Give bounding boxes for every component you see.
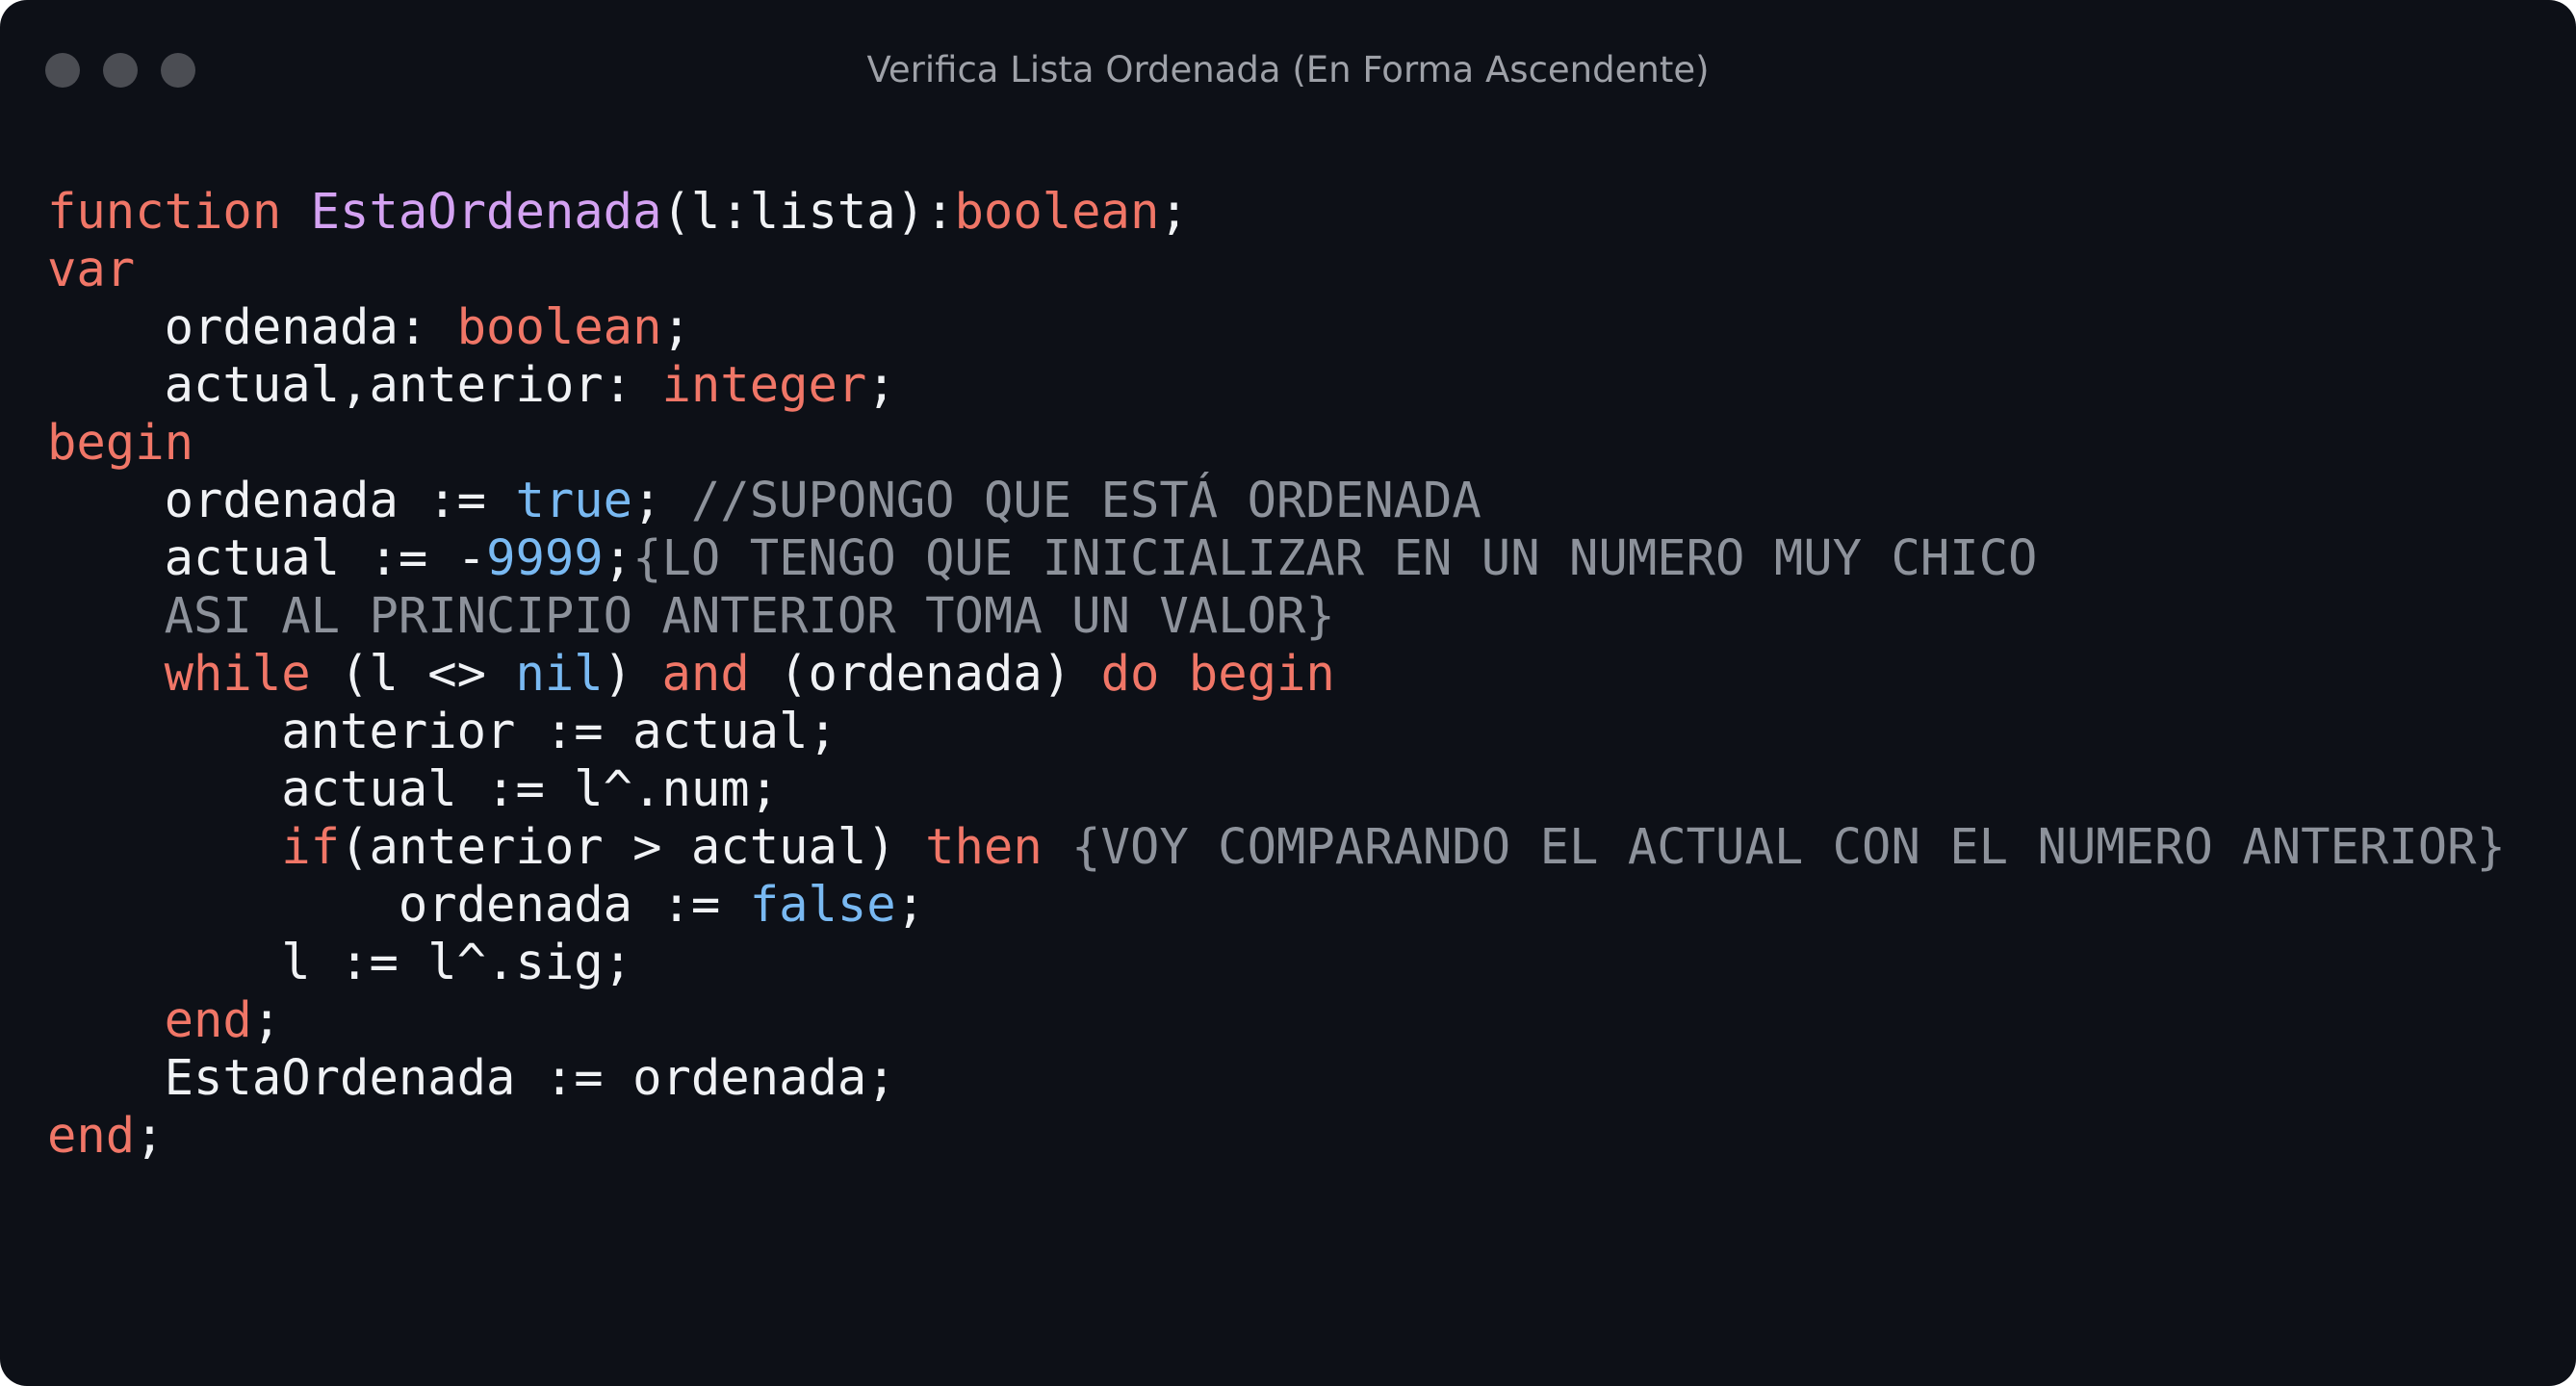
code-keyword: integer: [661, 356, 867, 413]
code-keyword: while: [164, 645, 311, 702]
code-text: ;: [866, 356, 896, 413]
code-text: actual := l^.num;: [47, 760, 780, 817]
code-text: ;: [603, 529, 633, 586]
window-title: Verifica Lista Ordenada (En Forma Ascend…: [866, 49, 1710, 90]
code-text: actual := -: [47, 529, 487, 586]
code-line: ASI AL PRINCIPIO ANTERIOR TOMA UN VALOR}: [47, 587, 2506, 645]
code-keyword: var: [47, 241, 136, 297]
code-comment: //SUPONGO QUE ESTÁ ORDENADA: [690, 472, 1481, 528]
title-bar: Verifica Lista Ordenada (En Forma Ascend…: [0, 0, 2576, 144]
code-function-name: EstaOrdenada: [310, 183, 662, 240]
code-text: ;: [895, 876, 926, 933]
code-text: ): [603, 645, 662, 702]
code-line: actual := -9999;{LO TENGO QUE INICIALIZA…: [47, 529, 2506, 587]
code-literal: true: [515, 472, 633, 528]
code-line: while (l <> nil) and (ordenada) do begin: [47, 645, 2506, 703]
code-keyword: do: [1100, 645, 1160, 702]
code-keyword: boolean: [456, 298, 662, 355]
code-text: ;: [251, 991, 282, 1048]
code-comment: {VOY COMPARANDO EL ACTUAL CON EL NUMERO …: [1071, 818, 2506, 875]
code-keyword: function: [47, 183, 282, 240]
code-keyword: and: [661, 645, 750, 702]
code-text: ;: [632, 472, 691, 528]
code-line: ordenada := false;: [47, 876, 2506, 934]
code-keyword: end: [47, 1107, 136, 1164]
code-line: ordenada := true; //SUPONGO QUE ESTÁ ORD…: [47, 472, 2506, 529]
code-literal: false: [749, 876, 896, 933]
code-text: ;: [1159, 183, 1189, 240]
code-text: ordenada:: [47, 298, 457, 355]
code-line: function EstaOrdenada(l:lista):boolean;: [47, 183, 2506, 241]
code-line: if(anterior > actual) then {VOY COMPARAN…: [47, 818, 2506, 876]
code-line: ordenada: boolean;: [47, 298, 2506, 356]
code-text: (anterior > actual): [340, 818, 926, 875]
code-keyword: begin: [1188, 645, 1335, 702]
code-line: actual,anterior: integer;: [47, 356, 2506, 414]
code-keyword: boolean: [954, 183, 1160, 240]
code-comment: {LO TENGO QUE INICIALIZAR EN UN NUMERO M…: [632, 529, 2038, 586]
code-text: ;: [661, 298, 691, 355]
code-text: ordenada :=: [47, 876, 750, 933]
code-keyword: then: [925, 818, 1043, 875]
code-text: ordenada :=: [47, 472, 516, 528]
code-keyword: begin: [47, 414, 194, 471]
code-line: end;: [47, 991, 2506, 1049]
code-line: begin: [47, 414, 2506, 472]
code-text: EstaOrdenada := ordenada;: [47, 1049, 896, 1106]
code-text: (l <>: [310, 645, 516, 702]
code-text: l := l^.sig;: [47, 934, 633, 990]
code-line: anterior := actual;: [47, 703, 2506, 760]
code-window: Verifica Lista Ordenada (En Forma Ascend…: [0, 0, 2576, 1386]
code-text: (l:lista):: [661, 183, 955, 240]
code-literal: 9999: [486, 529, 604, 586]
code-comment: ASI AL PRINCIPIO ANTERIOR TOMA UN VALOR}: [47, 587, 1335, 644]
code-text: (ordenada): [749, 645, 1101, 702]
code-line: end;: [47, 1107, 2506, 1165]
code-keyword: if: [281, 818, 341, 875]
code-line: l := l^.sig;: [47, 934, 2506, 991]
code-keyword: end: [164, 991, 252, 1048]
code-line: actual := l^.num;: [47, 760, 2506, 818]
code-line: var: [47, 241, 2506, 298]
code-text: actual,anterior:: [47, 356, 662, 413]
code-block: function EstaOrdenada(l:lista):boolean; v…: [47, 183, 2506, 1165]
code-line: EstaOrdenada := ordenada;: [47, 1049, 2506, 1107]
code-literal: nil: [515, 645, 604, 702]
code-text: ;: [135, 1107, 165, 1164]
code-text: anterior := actual;: [47, 703, 837, 759]
